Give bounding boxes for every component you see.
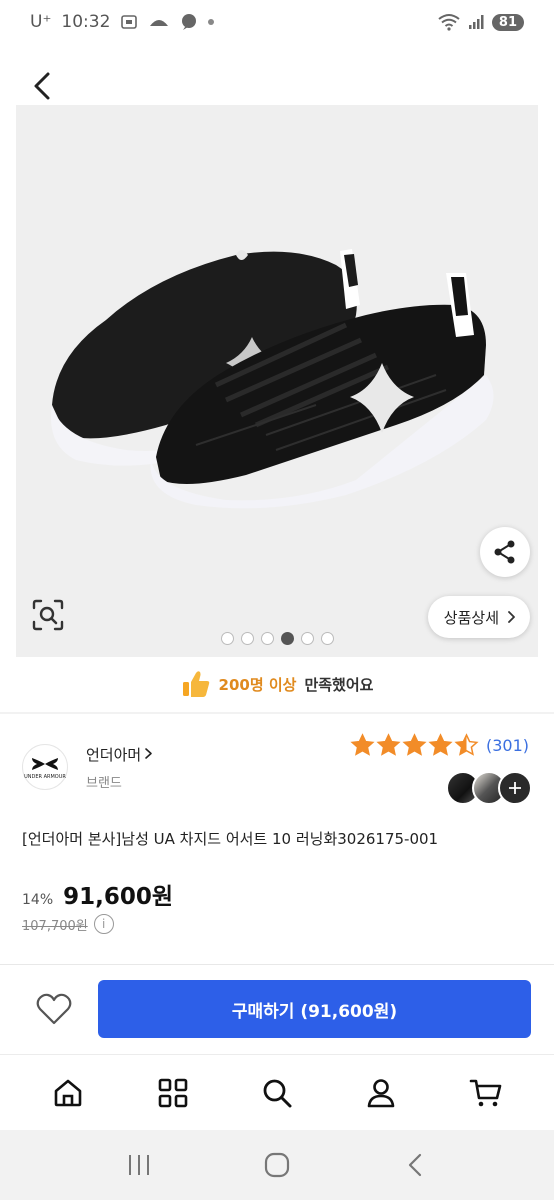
home-system-button[interactable] [247, 1140, 307, 1190]
home-icon [54, 1079, 82, 1106]
review-count[interactable]: (301) [486, 736, 529, 755]
image-zoom-button[interactable] [26, 593, 70, 637]
recent-apps-button[interactable] [109, 1140, 169, 1190]
plus-icon [509, 782, 521, 794]
tab-category[interactable] [143, 1063, 203, 1123]
tab-home[interactable] [38, 1063, 98, 1123]
product-detail-label: 상품상세 [443, 608, 499, 627]
discount-rate: 14% [22, 892, 54, 908]
thumbs-up-icon [182, 671, 209, 697]
under-armour-logo-icon [32, 757, 58, 770]
chevron-right-icon [508, 611, 515, 623]
carousel-dot[interactable] [320, 632, 334, 645]
signal-icon [468, 15, 484, 29]
app-notification-icon [150, 20, 169, 26]
system-navigation-bar [0, 1130, 554, 1200]
brand-name: 언더아머 [86, 746, 142, 764]
tab-search[interactable] [247, 1063, 307, 1123]
more-notifications-dot [208, 19, 215, 25]
chevron-right-icon [145, 748, 153, 759]
carousel-pagination [16, 632, 538, 645]
carousel-dot-active[interactable] [280, 632, 294, 645]
section-divider [0, 712, 554, 714]
satisfaction-text: 만족했어요 [304, 675, 374, 694]
sale-price: 91,600원 [63, 884, 174, 910]
home-circle-icon [264, 1152, 290, 1178]
bottom-tab-bar [0, 1054, 554, 1130]
category-grid-icon [158, 1078, 187, 1107]
satisfaction-count: 200명 이상 [218, 675, 297, 694]
star-full-icon [350, 733, 375, 756]
system-back-button[interactable] [385, 1140, 445, 1190]
carousel-dot[interactable] [300, 632, 314, 645]
satisfaction-banner: 200명 이상 만족했어요 [0, 664, 554, 704]
share-icon [494, 540, 515, 564]
chat-notification-icon [182, 14, 197, 30]
product-photo-running-shoes [51, 249, 494, 509]
share-button[interactable] [480, 527, 530, 577]
recent-apps-icon [129, 1155, 149, 1175]
carousel-dot[interactable] [260, 632, 274, 645]
product-title: [언더아머 본사]남성 UA 차지드 어서트 10 러닝화3026175-001 [22, 830, 439, 848]
star-half-icon [454, 733, 479, 756]
tab-my-page[interactable] [351, 1063, 411, 1123]
brand-type-label: 브랜드 [86, 776, 122, 791]
like-button[interactable] [30, 985, 78, 1033]
clock: 10:32 [61, 12, 111, 32]
heart-icon [36, 993, 72, 1025]
chevron-left-icon [34, 72, 50, 100]
search-icon [263, 1079, 292, 1107]
star-full-icon [402, 733, 427, 756]
status-bar: U⁺ 10:32 81 [0, 0, 554, 44]
product-image-carousel[interactable]: 상품상세 [16, 105, 538, 657]
rating-summary[interactable]: (301) [350, 733, 529, 758]
brand-logo[interactable]: UNDER ARMOUR [22, 744, 68, 790]
review-photo-thumbnails[interactable] [446, 771, 532, 805]
star-full-icon [376, 733, 401, 756]
screenshot-notification-icon [121, 15, 138, 29]
back-arrow-icon [408, 1153, 422, 1177]
original-price-row: 107,700원 i [22, 914, 114, 934]
info-icon[interactable]: i [93, 914, 114, 934]
carousel-dot[interactable] [240, 632, 254, 645]
carrier-label: U⁺ [30, 12, 52, 32]
star-full-icon [428, 733, 453, 756]
tab-cart[interactable] [456, 1063, 516, 1123]
zoom-scan-icon [32, 599, 64, 631]
carousel-dot[interactable] [220, 632, 234, 645]
cart-icon [469, 1079, 502, 1106]
brand-logo-text: UNDER ARMOUR [24, 773, 66, 780]
more-photos-button[interactable] [498, 771, 532, 805]
purchase-action-bar: 구매하기 (91,600원) [0, 964, 554, 1054]
original-price: 107,700원 [22, 918, 88, 934]
buy-button[interactable]: 구매하기 (91,600원) [98, 980, 531, 1038]
battery-level: 81 [491, 13, 524, 31]
price-row: 14% 91,600원 [22, 877, 173, 911]
wifi-icon [438, 14, 460, 31]
user-icon [368, 1078, 395, 1107]
back-button[interactable] [22, 66, 62, 106]
brand-name-link[interactable]: 언더아머 [86, 744, 153, 765]
